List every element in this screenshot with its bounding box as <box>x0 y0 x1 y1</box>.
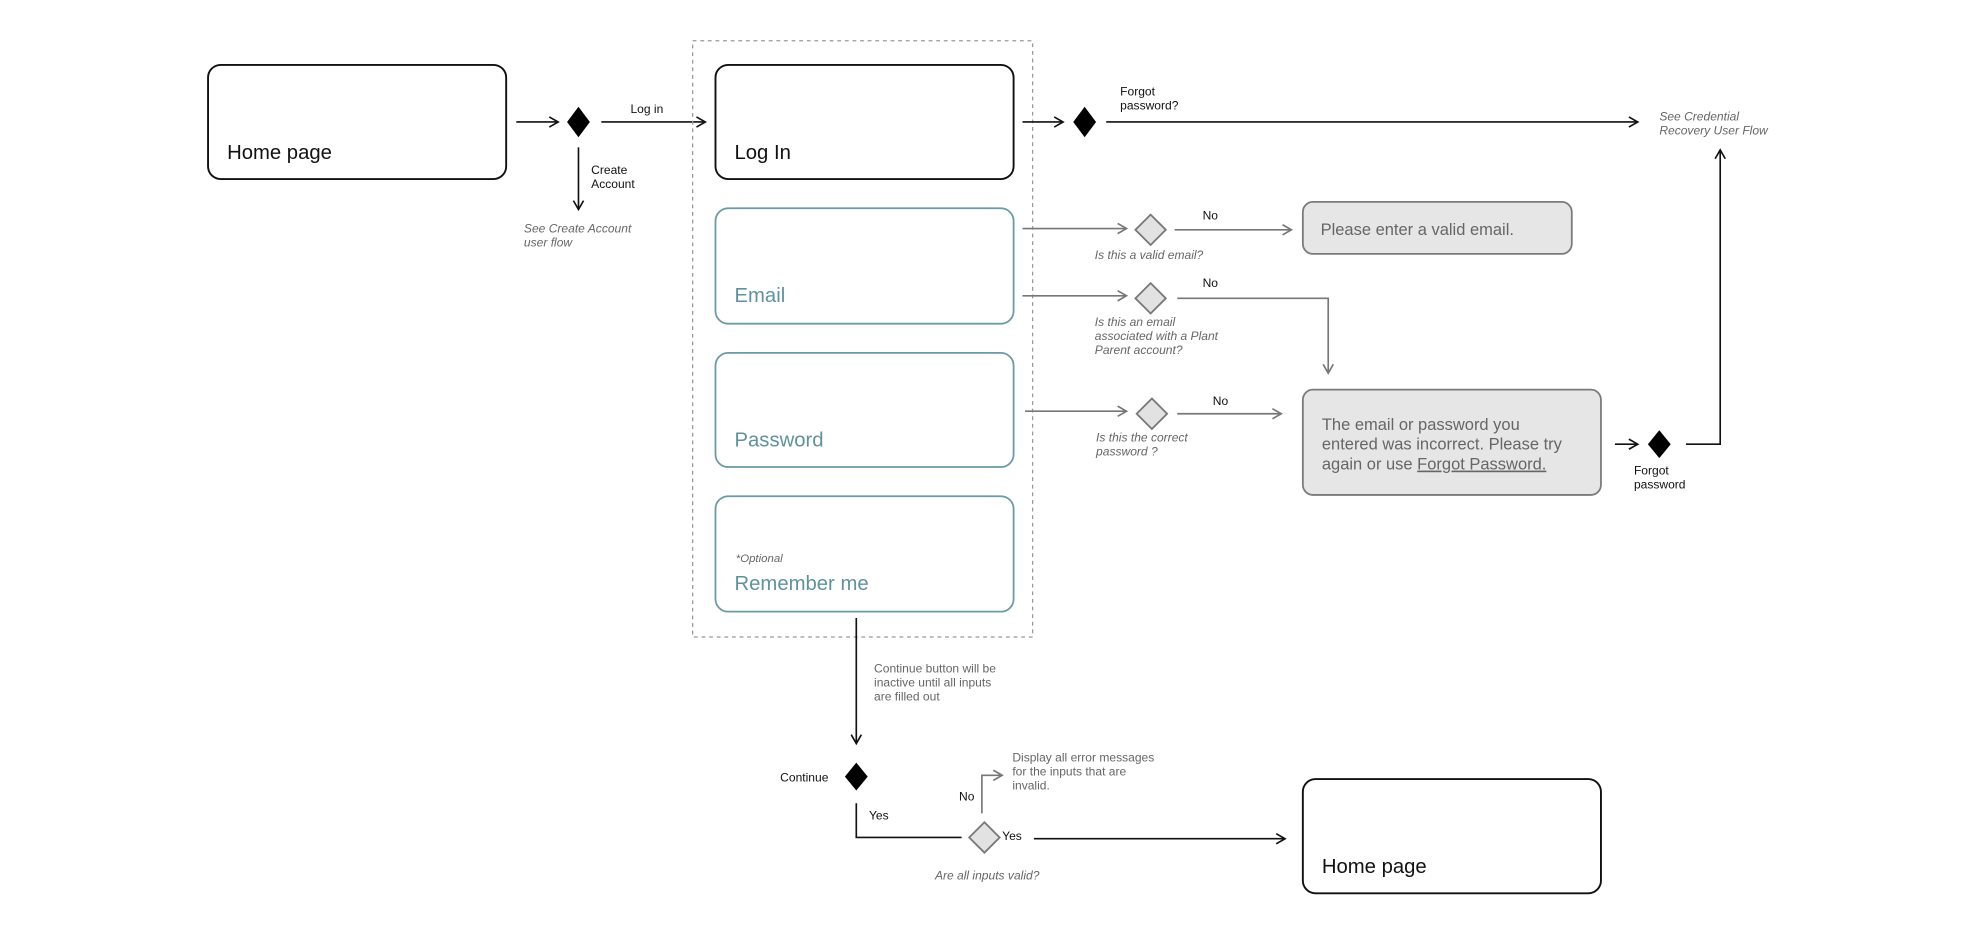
all-valid-question: Are all inputs valid? <box>934 868 1040 882</box>
forgot-password-label: password <box>1634 478 1686 492</box>
decision-diamond <box>1135 397 1169 431</box>
continue-note: are filled out <box>874 689 940 703</box>
remember-me-label: Remember me <box>735 573 869 595</box>
forgot-password-q-label: password? <box>1120 98 1179 112</box>
create-account-label: Create <box>591 163 627 177</box>
continue-note: inactive until all inputs <box>874 676 991 690</box>
arrow <box>1685 148 1726 446</box>
associated-question: associated with a Plant <box>1095 329 1219 343</box>
invalid-email-error: Please enter a valid email. <box>1301 201 1573 255</box>
home-page-label: Home page <box>227 142 332 164</box>
home-page-end-node: Home page <box>1301 778 1602 895</box>
correct-password-question: Is this the correct <box>1096 431 1188 445</box>
decision-diamond <box>1134 281 1168 315</box>
invalid-email-text: Please enter a valid email. <box>1321 221 1514 239</box>
decision-diamond <box>1134 213 1168 247</box>
correct-password-question: password ? <box>1095 445 1158 459</box>
optional-label: *Optional <box>736 553 783 565</box>
associated-question: Is this an email <box>1095 315 1176 329</box>
decision-diamond <box>967 820 1001 854</box>
create-account-label: Account <box>591 177 635 191</box>
see-credential-note: Recovery User Flow <box>1659 124 1769 138</box>
display-errors-note: for the inputs that are <box>1012 764 1126 778</box>
login-user-flow-diagram: Home page Log in Create Account See Crea… <box>207 40 1769 895</box>
yes-label: Yes <box>1002 829 1022 843</box>
home-page-node: Home page <box>207 63 508 181</box>
continue-note: Continue button will be <box>874 662 996 676</box>
home-page-label: Home page <box>1322 856 1427 878</box>
no-label: No <box>1203 209 1219 223</box>
forgot-password-label: Forgot <box>1634 464 1669 478</box>
remember-me-node: *Optional Remember me <box>714 495 1015 613</box>
display-errors-note: Display all error messages <box>1012 750 1154 764</box>
error-text: entered was incorrect. Please try <box>1322 435 1563 453</box>
arrow <box>981 769 1004 814</box>
continue-label: Continue <box>780 771 829 785</box>
forgot-password-q-label: Forgot <box>1120 84 1155 98</box>
yes-label: Yes <box>869 809 889 823</box>
decision-diamond <box>844 762 868 791</box>
valid-email-question: Is this a valid email? <box>1095 248 1204 262</box>
error-text: again or use <box>1322 456 1417 474</box>
see-create-account-note: user flow <box>524 235 574 249</box>
no-label: No <box>1213 394 1229 408</box>
email-label: Email <box>735 285 786 307</box>
incorrect-credentials-error: The email or password you entered was in… <box>1301 388 1602 496</box>
error-text: The email or password you <box>1322 416 1520 434</box>
login-node: Log In <box>714 63 1015 181</box>
error-text-line: again or use Forgot Password. <box>1322 456 1547 474</box>
decision-diamond <box>567 106 590 138</box>
see-create-account-note: See Create Account <box>524 221 632 235</box>
decision-diamond <box>1073 106 1097 138</box>
forgot-password-link[interactable]: Forgot Password. <box>1417 456 1546 474</box>
email-input-node: Email <box>714 207 1015 325</box>
associated-question: Parent account? <box>1095 343 1183 357</box>
see-credential-note: See Credential <box>1659 110 1739 124</box>
no-label: No <box>959 790 975 804</box>
password-label: Password <box>735 430 824 452</box>
log-in-label: Log in <box>630 102 663 116</box>
password-input-node: Password <box>714 351 1015 468</box>
no-label: No <box>1203 276 1219 290</box>
decision-diamond <box>1647 430 1671 459</box>
display-errors-note: invalid. <box>1012 778 1050 792</box>
login-label: Log In <box>735 142 791 164</box>
